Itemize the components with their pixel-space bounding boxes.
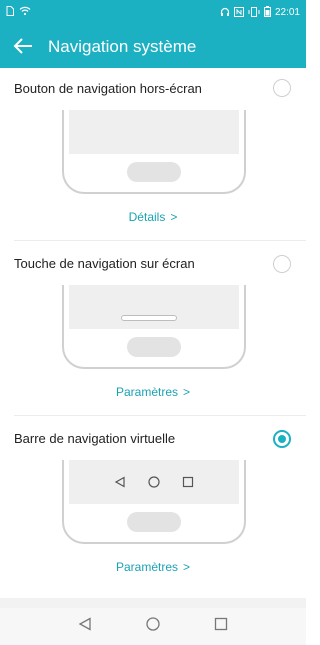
back-triangle-icon[interactable]	[78, 617, 92, 636]
radio-virtual-navbar[interactable]	[273, 430, 291, 448]
option-label: Bouton de navigation hors-écran	[14, 81, 202, 96]
phone-illustration	[62, 460, 246, 544]
radio-onscreen-key[interactable]	[273, 255, 291, 273]
phone-screen	[69, 460, 239, 504]
phone-illustration	[62, 285, 246, 369]
option-virtual-navbar[interactable]: Barre de navigation virtuelle Paramètres…	[0, 416, 306, 591]
link-label: Détails	[128, 210, 166, 224]
wifi-icon	[19, 6, 31, 18]
phone-screen	[69, 110, 239, 154]
status-bar: 22:01	[0, 0, 306, 24]
phone-illustration	[62, 110, 246, 194]
system-nav-bar	[0, 608, 306, 645]
options-list: Bouton de navigation hors-écran Détails >…	[0, 68, 306, 598]
virtual-nav-illustration	[69, 474, 239, 490]
settings-link[interactable]: Paramètres >	[0, 560, 306, 574]
settings-link[interactable]: Paramètres >	[0, 385, 306, 399]
app-bar: Navigation système	[0, 24, 306, 68]
battery-icon	[263, 6, 271, 19]
page-title: Navigation système	[48, 37, 197, 56]
recents-square-icon	[182, 476, 194, 488]
back-triangle-icon	[114, 476, 125, 488]
link-label: Paramètres	[115, 560, 178, 574]
link-label: Paramètres	[115, 385, 178, 399]
recents-square-icon[interactable]	[214, 617, 228, 636]
nfc-icon	[233, 6, 244, 19]
vibrate-icon	[248, 6, 260, 19]
divider	[0, 598, 306, 608]
sim-icon	[6, 6, 14, 18]
headphones-icon	[220, 7, 230, 19]
chevron-right-icon: >	[183, 385, 191, 399]
phone-screen	[69, 285, 239, 329]
home-circle-icon	[148, 476, 160, 488]
details-link[interactable]: Détails >	[0, 210, 306, 224]
chevron-right-icon: >	[183, 560, 191, 574]
home-button-illustration	[127, 512, 181, 532]
arrow-left-icon	[13, 38, 32, 54]
home-circle-icon[interactable]	[146, 617, 160, 636]
radio-offscreen-button[interactable]	[273, 79, 291, 97]
status-time: 22:01	[274, 7, 300, 18]
back-button[interactable]	[12, 36, 36, 56]
chevron-right-icon: >	[170, 210, 178, 224]
option-label: Barre de navigation virtuelle	[14, 431, 176, 446]
gesture-bar-illustration	[121, 315, 177, 321]
home-button-illustration	[127, 337, 181, 357]
option-offscreen-button[interactable]: Bouton de navigation hors-écran Détails >	[0, 68, 306, 240]
option-onscreen-key[interactable]: Touche de navigation sur écran Paramètre…	[0, 241, 306, 415]
home-button-illustration	[127, 162, 181, 182]
option-label: Touche de navigation sur écran	[14, 256, 195, 271]
